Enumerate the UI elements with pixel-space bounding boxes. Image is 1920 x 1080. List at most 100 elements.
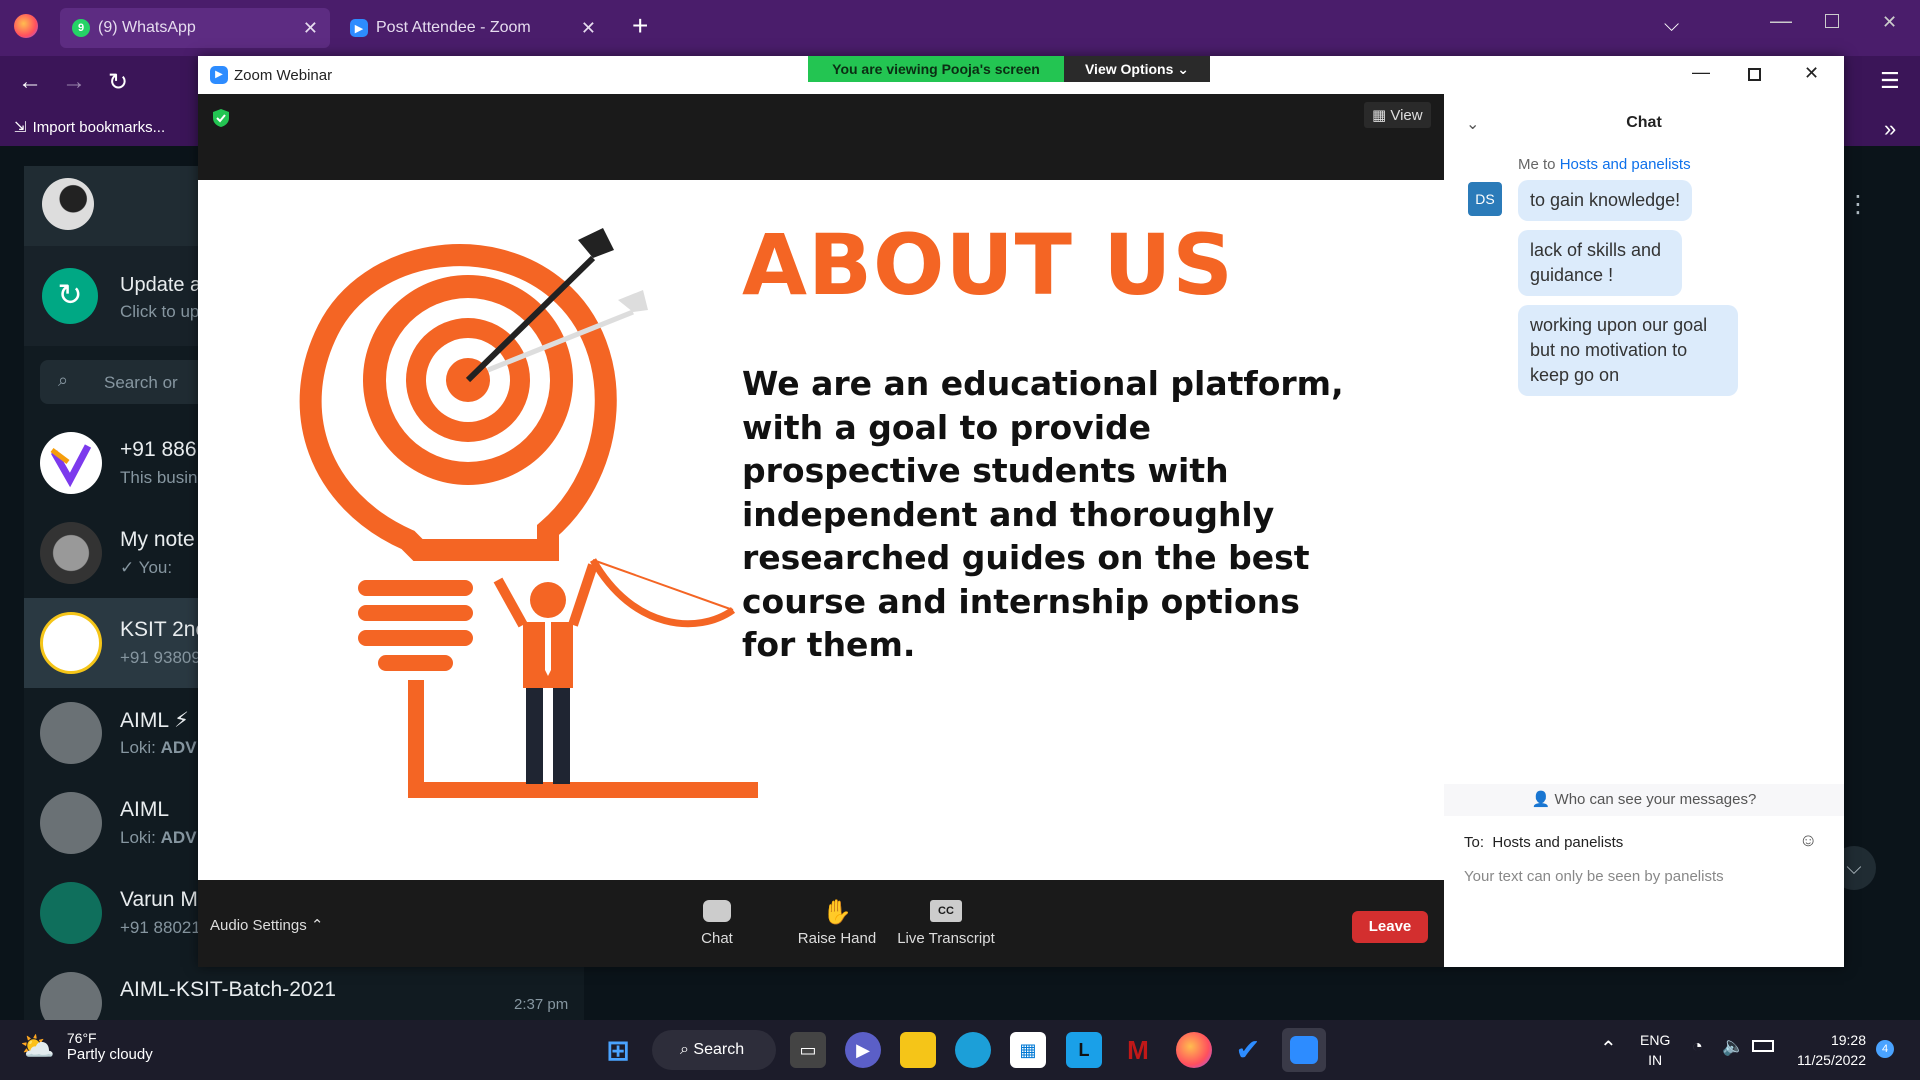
- chat-title: Chat: [1626, 114, 1662, 131]
- avatar: [40, 612, 102, 674]
- clock[interactable]: 19:28 11/25/2022: [1790, 1030, 1866, 1070]
- chat-preview: Loki: ADV: [120, 828, 197, 847]
- reload-icon[interactable]: ↻: [108, 68, 128, 97]
- lightbulb-target-illustration: [299, 228, 758, 798]
- slide-heading: ABOUT US: [742, 216, 1234, 314]
- close-window-icon[interactable]: ✕: [1804, 63, 1819, 84]
- file-explorer-icon[interactable]: [900, 1032, 936, 1068]
- overflow-icon[interactable]: »: [1884, 116, 1896, 142]
- todo-icon[interactable]: ✔: [1230, 1032, 1266, 1068]
- restore-icon[interactable]: [1825, 14, 1839, 28]
- zoom-icon: ▶: [210, 66, 228, 84]
- task-view-icon[interactable]: ▭: [790, 1032, 826, 1068]
- chat-preview: ✓ You:: [120, 558, 173, 577]
- chat-message: to gain knowledge!: [1518, 180, 1693, 221]
- new-tab-button[interactable]: +: [632, 10, 648, 42]
- update-title: Update a: [120, 274, 202, 296]
- weather-widget[interactable]: ⛅ 76°F Partly cloudy: [20, 1030, 153, 1063]
- emoji-icon[interactable]: ☺: [1799, 830, 1817, 851]
- avatar: [40, 522, 102, 584]
- message-input[interactable]: Your text can only be seen by panelists: [1464, 868, 1724, 885]
- presentation-slide: ABOUT US We are an educational platform,…: [198, 180, 1444, 880]
- chat-name: KSIT 2nc: [120, 618, 206, 641]
- firefox-icon[interactable]: [14, 14, 38, 38]
- cc-icon: CC: [930, 900, 962, 922]
- avatar[interactable]: [42, 178, 94, 230]
- minimize-icon[interactable]: —: [1692, 62, 1710, 83]
- chat-name: Varun M: [120, 888, 198, 911]
- more-options-icon[interactable]: ⋮: [1846, 190, 1870, 219]
- view-button[interactable]: ▦ View: [1364, 102, 1431, 128]
- chat-icon: [703, 900, 731, 922]
- chat-button[interactable]: Chat: [684, 900, 750, 947]
- avatar: DS: [1468, 182, 1502, 216]
- chat-preview: +91 93809: [120, 648, 201, 667]
- slide-body: We are an educational platform, with a g…: [742, 364, 1344, 664]
- chat-name: AIML: [120, 798, 170, 821]
- recipients-link[interactable]: Hosts and panelists: [1560, 156, 1691, 173]
- mcafee-icon[interactable]: M: [1120, 1032, 1156, 1068]
- chat-panel: ⌄ Chat Me to Hosts and panelists DS to g…: [1444, 94, 1844, 967]
- chat-message: working upon our goal but no motivation …: [1518, 305, 1738, 396]
- window-title: Zoom Webinar: [234, 67, 333, 84]
- chat-name: My note: [120, 528, 195, 551]
- chat-name: +91 886: [120, 438, 197, 461]
- zoom-title-bar: ▶ Zoom Webinar You are viewing Pooja's s…: [198, 56, 1844, 94]
- leave-button[interactable]: Leave: [1352, 911, 1428, 943]
- teams-chat-icon[interactable]: ▶: [845, 1032, 881, 1068]
- windows-taskbar: ⛅ 76°F Partly cloudy ⊞ ⌕ Search ▭ ▶ ▦ L M…: [0, 1020, 1920, 1080]
- app-menu-icon[interactable]: ☰: [1880, 68, 1900, 94]
- raise-hand-button[interactable]: ✋ Raise Hand: [782, 900, 892, 948]
- chat-name: AIML ⚡: [120, 709, 189, 732]
- chat-preview: This busin: [120, 468, 198, 487]
- language-indicator[interactable]: ENG IN: [1640, 1030, 1670, 1070]
- battery-icon[interactable]: [1752, 1040, 1774, 1052]
- edge-icon[interactable]: [955, 1032, 991, 1068]
- zoom-icon[interactable]: [1282, 1028, 1326, 1072]
- whatsapp-icon: 9: [72, 19, 90, 37]
- broadcast-avatar-icon: [40, 882, 102, 944]
- zoom-icon: ▶: [350, 19, 368, 37]
- import-bookmarks-link[interactable]: ⇲ Import bookmarks...: [14, 118, 165, 137]
- tab-label: Post Attendee - Zoom: [376, 19, 531, 36]
- maximize-icon[interactable]: [1748, 68, 1761, 81]
- back-icon[interactable]: ←: [18, 68, 42, 96]
- list-tabs-icon[interactable]: ⌵: [1664, 14, 1679, 37]
- message-meta: Me to Hosts and panelists: [1518, 156, 1691, 173]
- chat-preview: +91 88021: [120, 918, 201, 937]
- tab-zoom[interactable]: ▶ Post Attendee - Zoom ✕: [338, 8, 608, 48]
- chat-name: AIML-KSIT-Batch-2021: [120, 978, 336, 1001]
- tab-whatsapp[interactable]: 9 (9) WhatsApp ✕: [60, 8, 330, 48]
- viewing-banner: You are viewing Pooja's screen: [808, 56, 1064, 82]
- recipient-selector[interactable]: To: Hosts and panelists: [1464, 834, 1623, 851]
- search-button[interactable]: ⌕ Search: [652, 1030, 776, 1070]
- store-icon[interactable]: ▦: [1010, 1032, 1046, 1068]
- view-options-button[interactable]: View Options ⌄: [1064, 56, 1210, 82]
- browser-tab-bar: 9 (9) WhatsApp ✕ ▶ Post Attendee - Zoom …: [0, 0, 1920, 56]
- firefox-icon[interactable]: [1176, 1032, 1212, 1068]
- chat-message: lack of skills and guidance !: [1518, 230, 1682, 296]
- search-icon: ⌕: [58, 370, 69, 390]
- audio-settings-button[interactable]: Audio Settings ⌃: [210, 916, 323, 934]
- visibility-info[interactable]: 👤 Who can see your messages?: [1444, 784, 1844, 816]
- zoom-webinar-window: ▶ Zoom Webinar You are viewing Pooja's s…: [198, 56, 1844, 967]
- notification-badge[interactable]: 4: [1876, 1040, 1894, 1058]
- l-app-icon[interactable]: L: [1066, 1032, 1102, 1068]
- wifi-icon[interactable]: ◔: [1692, 1036, 1703, 1057]
- volume-icon[interactable]: 🔈: [1722, 1036, 1744, 1057]
- close-tab-icon[interactable]: ✕: [581, 18, 596, 39]
- search-input[interactable]: Search or: [104, 373, 178, 393]
- close-tab-icon[interactable]: ✕: [303, 18, 318, 39]
- avatar: [40, 432, 102, 494]
- import-icon: ⇲: [14, 119, 27, 136]
- close-window-icon[interactable]: ✕: [1882, 12, 1897, 33]
- group-avatar-icon: [40, 702, 102, 764]
- meeting-controls: Audio Settings ⌃ Chat ✋ Raise Hand CC Li…: [198, 880, 1444, 967]
- start-icon[interactable]: ⊞: [600, 1032, 636, 1068]
- minimize-icon[interactable]: —: [1770, 8, 1792, 34]
- forward-icon[interactable]: →: [62, 68, 86, 96]
- live-transcript-button[interactable]: CC Live Transcript: [886, 900, 1006, 947]
- tray-overflow-icon[interactable]: ⌃: [1600, 1036, 1617, 1061]
- shared-screen-area: ▦ View ABOUT US We are an educational pl…: [198, 94, 1444, 967]
- chat-preview: Loki: ADV: [120, 738, 197, 757]
